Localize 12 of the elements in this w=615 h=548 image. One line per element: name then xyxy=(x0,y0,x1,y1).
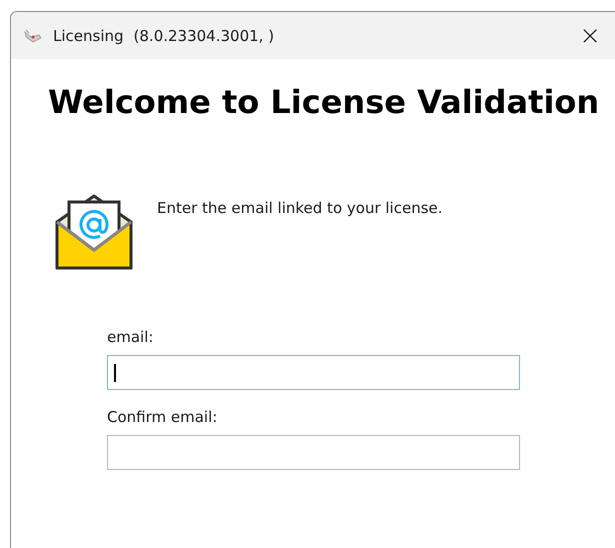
heading: Welcome to License Validation xyxy=(48,83,600,121)
field-label: email: xyxy=(107,327,154,348)
text-caret xyxy=(114,364,116,382)
instruction-text: Enter the email linked to your license. xyxy=(157,199,443,217)
input-field[interactable] xyxy=(107,355,520,390)
envelope-icon xyxy=(55,192,133,270)
window-title: Licensing xyxy=(53,26,124,44)
input-field[interactable] xyxy=(107,435,520,470)
close-button[interactable]: × xyxy=(577,22,603,48)
version-text: (8.0.23304.3001, ) xyxy=(134,26,274,44)
field-label: Confirm email: xyxy=(107,407,218,428)
app-icon xyxy=(23,28,43,44)
